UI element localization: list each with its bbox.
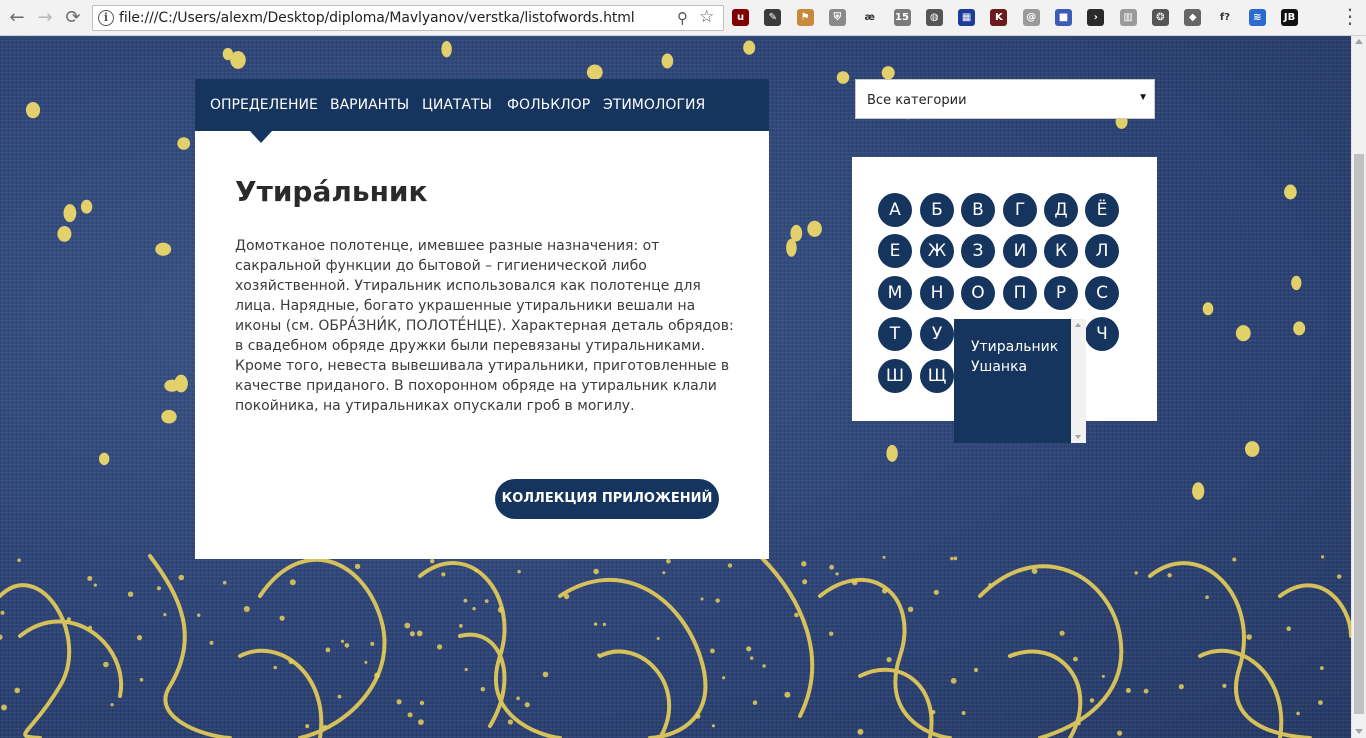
letter-button[interactable]: Щ	[920, 359, 954, 393]
shield-icon[interactable]: ⛨	[828, 9, 846, 26]
letter-button[interactable]: А	[878, 193, 912, 227]
globe-icon[interactable]: ◍	[925, 9, 943, 26]
address-bar[interactable]: i file:///C:/Users/alexm/Desktop/diploma…	[92, 5, 724, 31]
k-icon[interactable]: K	[990, 9, 1008, 26]
category-select[interactable]: Все категории ▼	[855, 79, 1155, 119]
word-option[interactable]: Утиральник	[971, 339, 1058, 355]
letter-button[interactable]: О	[961, 276, 995, 310]
letter-button[interactable]: Д	[1044, 193, 1078, 227]
at-icon[interactable]: @	[1022, 9, 1040, 26]
scroll-up-arrow-icon[interactable]	[1355, 39, 1363, 44]
letter-button[interactable]: Б	[920, 193, 954, 227]
tab-quotes[interactable]: ЦИАТАТЫ	[422, 97, 492, 113]
color-icon[interactable]: ■	[1055, 9, 1072, 26]
page-scrollbar[interactable]	[1351, 36, 1366, 738]
word-title: Утира́льник	[235, 175, 428, 208]
word-definition-text: Домотканое полотенце, имевшее разные наз…	[235, 238, 734, 414]
letter-button[interactable]: Ч	[1085, 317, 1119, 351]
terminal-icon[interactable]: ›	[1087, 9, 1105, 26]
letter-button[interactable]: С	[1085, 276, 1119, 310]
letter-button[interactable]: П	[1003, 276, 1037, 310]
scroll-down-arrow-icon[interactable]	[1355, 729, 1363, 734]
scroll-up-arrow-icon[interactable]	[1075, 323, 1081, 327]
ublock-icon[interactable]: u	[732, 9, 749, 26]
tab-folklore[interactable]: ФОЛЬКЛОР	[507, 97, 590, 113]
reload-icon[interactable]: ⟳	[62, 7, 84, 29]
popup-scrollbar[interactable]	[1071, 319, 1086, 443]
word-card: ОПРЕДЕЛЕНИЕ ВАРИАНТЫ ЦИАТАТЫ ФОЛЬКЛОР ЭТ…	[195, 79, 769, 559]
sync-icon[interactable]: ≋	[1248, 9, 1266, 26]
eyedropper-icon[interactable]: ✎	[764, 9, 782, 26]
badge-icon[interactable]: 15	[893, 9, 911, 26]
letter-button[interactable]: Ж	[920, 234, 954, 268]
dropdown-arrow-icon: ▼	[1138, 92, 1148, 103]
letter-button[interactable]: Е	[878, 234, 912, 268]
layers-icon[interactable]: ◆	[1184, 9, 1202, 26]
letter-button[interactable]: Р	[1044, 276, 1078, 310]
letter-button[interactable]: Л	[1085, 234, 1119, 268]
letter-button[interactable]: И	[1003, 234, 1037, 268]
jb-icon[interactable]: JB	[1281, 9, 1299, 26]
active-tab-pointer	[250, 131, 272, 143]
letter-button[interactable]: М	[878, 276, 912, 310]
tab-definition[interactable]: ОПРЕДЕЛЕНИЕ	[210, 97, 318, 113]
forward-icon[interactable]: →	[34, 7, 56, 29]
scroll-down-arrow-icon[interactable]	[1075, 435, 1081, 439]
tab-etymology[interactable]: ЭТИМОЛОГИЯ	[603, 97, 705, 113]
browser-menu-icon[interactable]: ⋮	[1340, 6, 1360, 28]
gradient-icon[interactable]: ▥	[1119, 9, 1137, 26]
words-dropdown: Утиральник Ушанка	[954, 319, 1086, 443]
browser-toolbar: ← → ⟳ i file:///C:/Users/alexm/Desktop/d…	[0, 0, 1366, 36]
letter-button[interactable]: К	[1044, 234, 1078, 268]
url-text[interactable]: file:///C:/Users/alexm/Desktop/diploma/M…	[119, 10, 635, 26]
elephant-icon[interactable]: ❂	[1151, 9, 1169, 26]
letter-button[interactable]: Н	[920, 276, 954, 310]
letter-button[interactable]: У	[920, 317, 954, 351]
letter-button[interactable]: З	[961, 234, 995, 268]
collection-button[interactable]: КОЛЛЕКЦИЯ ПРИЛОЖЕНИЙ	[495, 479, 719, 519]
back-icon[interactable]: ←	[6, 7, 28, 29]
word-option[interactable]: Ушанка	[971, 359, 1027, 375]
tab-bar: ОПРЕДЕЛЕНИЕ ВАРИАНТЫ ЦИАТАТЫ ФОЛЬКЛОР ЭТ…	[195, 79, 769, 131]
letter-button[interactable]: Т	[878, 317, 912, 351]
letter-button[interactable]: Ё	[1085, 193, 1119, 227]
ae-icon[interactable]: æ	[861, 9, 878, 26]
tab-variants[interactable]: ВАРИАНТЫ	[330, 97, 409, 113]
bookmark-star-icon[interactable]: ☆	[699, 7, 714, 27]
letter-button[interactable]: Ш	[878, 359, 912, 393]
pin-icon[interactable]: ⚑	[796, 9, 814, 26]
letter-button[interactable]: Г	[1003, 193, 1037, 227]
letter-button[interactable]: В	[961, 193, 995, 227]
info-icon[interactable]: i	[98, 10, 114, 26]
scrollbar-thumb[interactable]	[1354, 154, 1364, 714]
category-select-value: Все категории	[867, 93, 967, 108]
chart-icon[interactable]: ▦	[958, 9, 976, 26]
formula-icon[interactable]: f?	[1217, 9, 1234, 26]
zoom-icon[interactable]: ⚲	[677, 9, 688, 27]
